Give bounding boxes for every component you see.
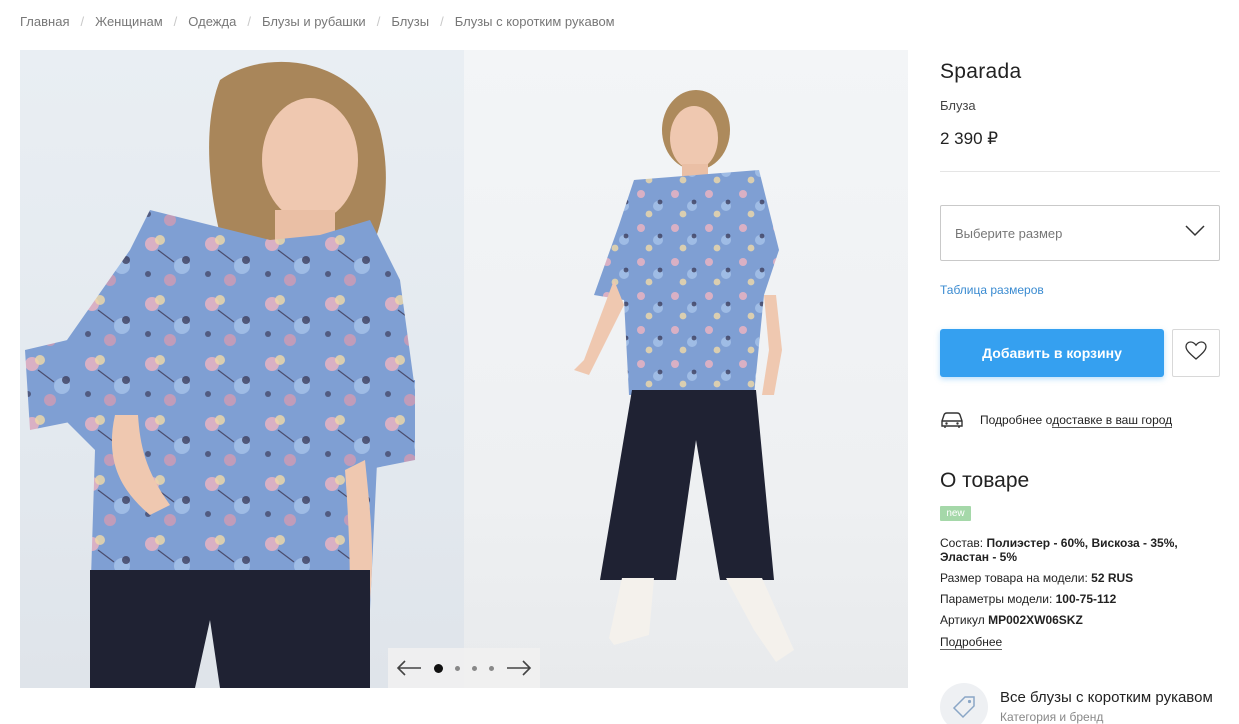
delivery-link[interactable]: доставке в ваш город: [1052, 413, 1173, 428]
breadcrumb-separator: /: [247, 14, 251, 29]
arrow-right-icon[interactable]: [506, 658, 532, 678]
favorite-button[interactable]: [1172, 329, 1220, 377]
product-price: 2 390 ₽: [940, 129, 999, 148]
breadcrumb-separator: /: [376, 14, 381, 29]
breadcrumb-item-home[interactable]: Главная: [20, 14, 69, 29]
category-link[interactable]: Все блузы с коротким рукавом Категория и…: [940, 683, 1220, 724]
model-closeup-illustration: [25, 61, 415, 688]
gallery-slider-controls: [388, 648, 540, 688]
product-photo-full[interactable]: [464, 50, 908, 688]
spec-value: 52 RUS: [1091, 570, 1134, 585]
size-select-placeholder: Выберите размер: [955, 225, 1063, 241]
breadcrumb-item-blouses[interactable]: Блузы: [391, 14, 429, 29]
model-full-illustration: [574, 90, 794, 662]
gallery-dots: [434, 663, 494, 673]
product-type: Блуза: [940, 98, 976, 113]
divider: [940, 171, 1220, 172]
breadcrumb-separator: /: [173, 14, 178, 29]
product-gallery[interactable]: [20, 50, 908, 688]
add-to-cart-button[interactable]: Добавить в корзину: [940, 329, 1164, 377]
spec-label: Параметры модели:: [940, 591, 1053, 606]
breadcrumb-item-short-sleeve[interactable]: Блузы с коротким рукавом: [455, 14, 615, 29]
spec-composition: Состав: Полиэстер - 60%, Вискоза - 35%, …: [940, 536, 1220, 564]
spec-sku: Артикул MP002XW06SKZ: [940, 612, 1220, 628]
breadcrumb-item-women[interactable]: Женщинам: [95, 14, 163, 29]
breadcrumb-separator: /: [80, 14, 85, 29]
about-title: О товаре: [940, 469, 1030, 492]
spec-value: MP002XW06SKZ: [988, 612, 1083, 627]
breadcrumb: Главная / Женщинам / Одежда / Блузы и ру…: [20, 14, 615, 29]
spec-model-params: Параметры модели: 100-75-112: [940, 591, 1220, 607]
gallery-dot-4[interactable]: [489, 665, 494, 671]
product-specs: Состав: Полиэстер - 60%, Вискоза - 35%, …: [940, 536, 1220, 635]
breadcrumb-item-blouses-shirts[interactable]: Блузы и рубашки: [262, 14, 366, 29]
product-photo-closeup[interactable]: [20, 50, 464, 688]
product-brand[interactable]: Sparada: [940, 60, 1220, 84]
car-icon: [940, 410, 964, 430]
spec-label: Артикул: [940, 612, 985, 627]
spec-label: Размер товара на модели:: [940, 570, 1088, 585]
arrow-left-icon[interactable]: [396, 658, 422, 678]
new-badge: new: [940, 506, 971, 521]
product-info-panel: Sparada Блуза 2 390 ₽: [940, 60, 1220, 172]
size-select[interactable]: Выберите размер: [940, 205, 1220, 261]
chevron-down-icon: [1185, 224, 1205, 242]
delivery-prefix: Подробнее о: [980, 413, 1053, 427]
gallery-dot-1[interactable]: [434, 663, 443, 673]
spec-label: Состав:: [940, 536, 984, 550]
category-title: Все блузы с коротким рукавом: [1000, 689, 1213, 706]
category-text: Все блузы с коротким рукавом Категория и…: [1000, 683, 1220, 724]
breadcrumb-separator: /: [440, 14, 444, 29]
more-details-link[interactable]: Подробнее: [940, 635, 1003, 650]
breadcrumb-item-clothing[interactable]: Одежда: [188, 14, 236, 29]
size-table-link[interactable]: Таблица размеров: [940, 283, 1044, 297]
spec-value: 100-75-112: [1055, 591, 1117, 606]
spec-model-size: Размер товара на модели: 52 RUS: [940, 570, 1220, 586]
gallery-dot-2[interactable]: [455, 665, 460, 671]
gallery-dot-3[interactable]: [472, 665, 477, 671]
tag-icon: [940, 683, 988, 724]
heart-icon: [1185, 340, 1207, 366]
delivery-info: Подробнее о доставке в ваш город: [940, 410, 1173, 430]
category-subtitle: Категория и бренд: [1000, 710, 1104, 724]
